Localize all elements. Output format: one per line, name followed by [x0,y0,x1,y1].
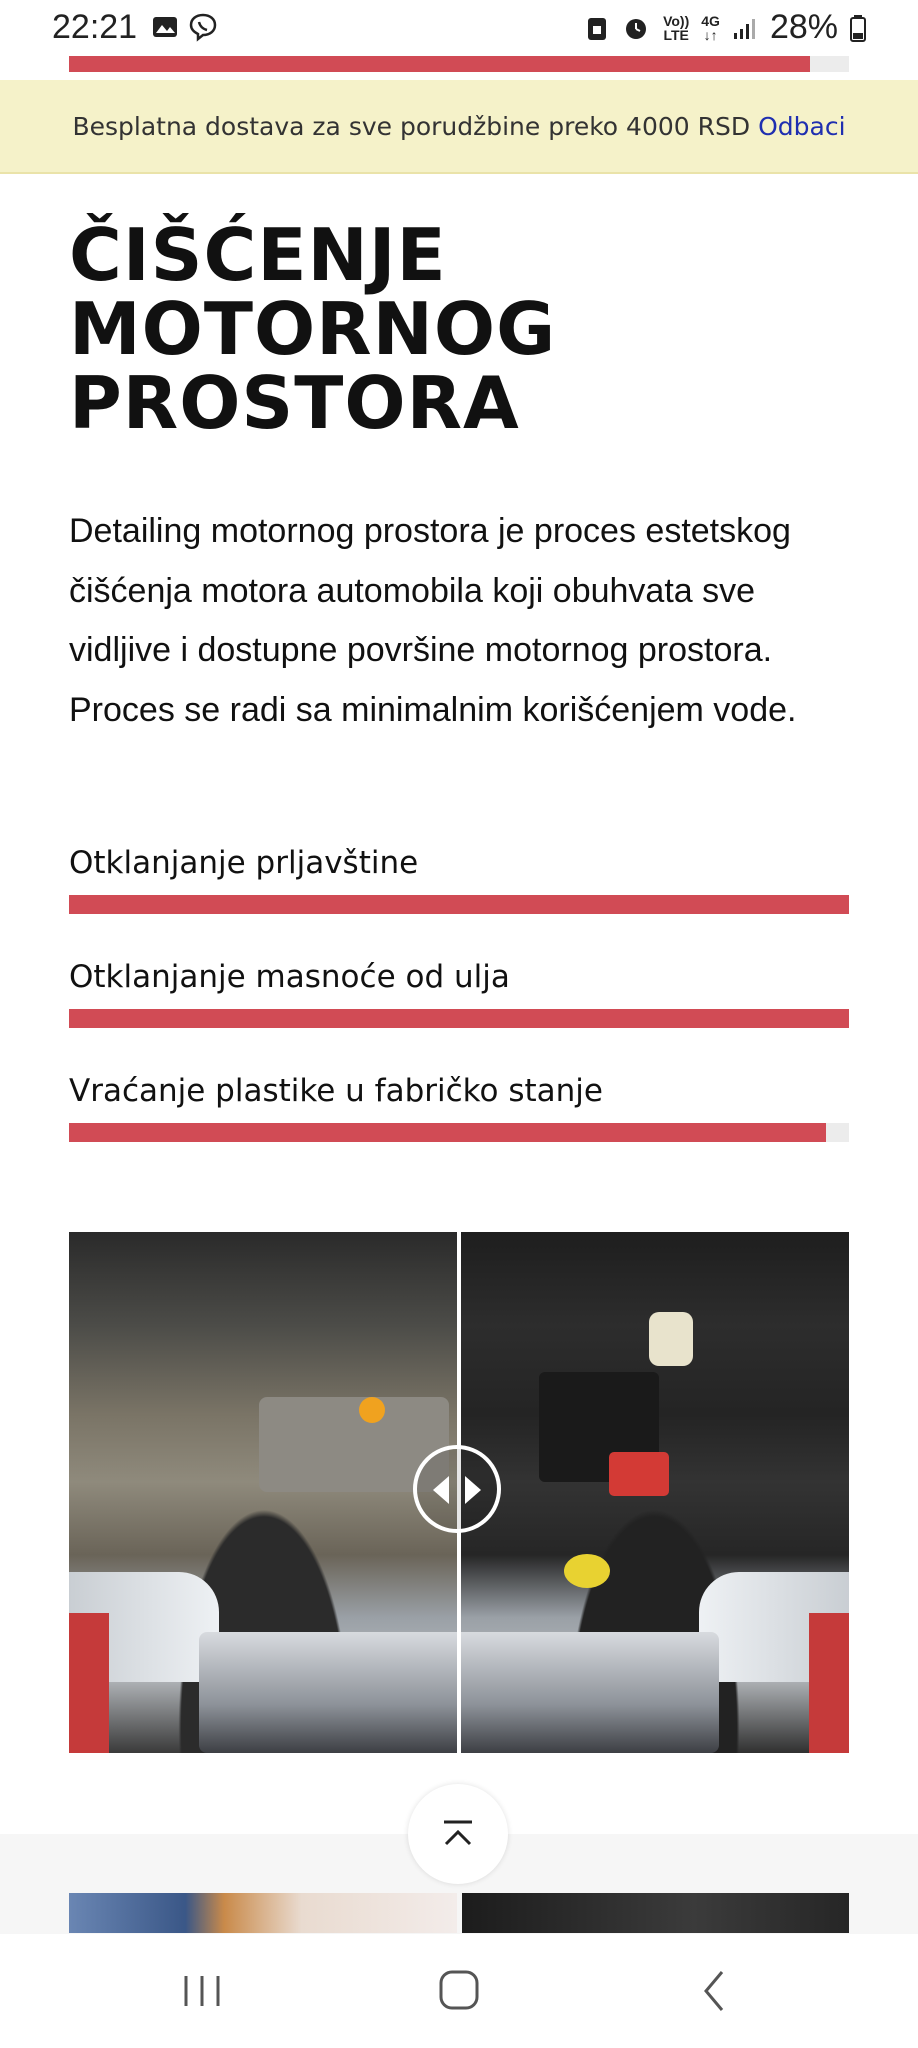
gallery-thumbnail[interactable] [462,1893,849,1933]
skill-bar-fill [69,895,849,914]
back-to-top-button[interactable] [408,1784,508,1884]
before-after-image-slider[interactable] [69,1232,849,1753]
arrow-left-icon [433,1476,449,1504]
skill-bar-fill [69,1123,826,1142]
volte-indicator: Vo)) LTE [663,12,690,43]
signal-icon [733,18,755,39]
skill-bar [69,1009,849,1028]
intro-paragraph: Detailing motornog prostora je proces es… [69,512,797,729]
battery-percent: 28% [769,8,838,46]
gallery-thumbnail[interactable] [69,1893,457,1933]
title-line-3: PROSTORA [69,361,520,445]
dismiss-link[interactable]: Odbaci [758,112,845,141]
skill-label: Otklanjanje masnoće od ulja [69,959,510,995]
title-line-1: ČIŠĆENJE [69,213,447,297]
back-icon[interactable] [686,1966,746,2016]
chevron-up-bar-icon [444,1820,472,1846]
recent-apps-icon[interactable] [172,1966,232,2016]
network-4g-indicator: 4G ↓↑ [701,12,720,43]
scroll-progress-bar [69,56,849,72]
gallery-icon [153,17,177,37]
system-nav-bar [0,1934,918,2048]
skill-bar [69,895,849,914]
skill-bar-fill [69,1009,849,1028]
skill-label: Vraćanje plastike u fabričko stanje [69,1073,603,1109]
shipping-notice: Besplatna dostava za sve porudžbine prek… [0,80,918,174]
title-line-2: MOTORNOG [69,287,557,371]
status-bar: 22:21 Vo)) LTE 4G ↓↑ 28% [0,0,918,56]
lock-sim-icon [588,17,607,40]
slider-handle[interactable] [413,1445,501,1533]
alarm-icon [626,18,647,39]
skill-item: Vraćanje plastike u fabričko stanje [69,1073,849,1142]
skill-item: Otklanjanje prljavštine [69,845,849,914]
arrow-right-icon [465,1476,481,1504]
notice-text: Besplatna dostava za sve porudžbine prek… [72,111,751,141]
page-title: ČIŠĆENJE MOTORNOG PROSTORA [69,218,849,440]
battery-icon [850,14,866,42]
home-icon[interactable] [429,1966,489,2016]
skill-label: Otklanjanje prljavštine [69,845,419,881]
status-time: 22:21 [52,8,138,46]
viber-icon [189,13,217,42]
scroll-progress-fill [69,56,810,72]
skill-bar [69,1123,849,1142]
skill-item: Otklanjanje masnoće od ulja [69,959,849,1028]
